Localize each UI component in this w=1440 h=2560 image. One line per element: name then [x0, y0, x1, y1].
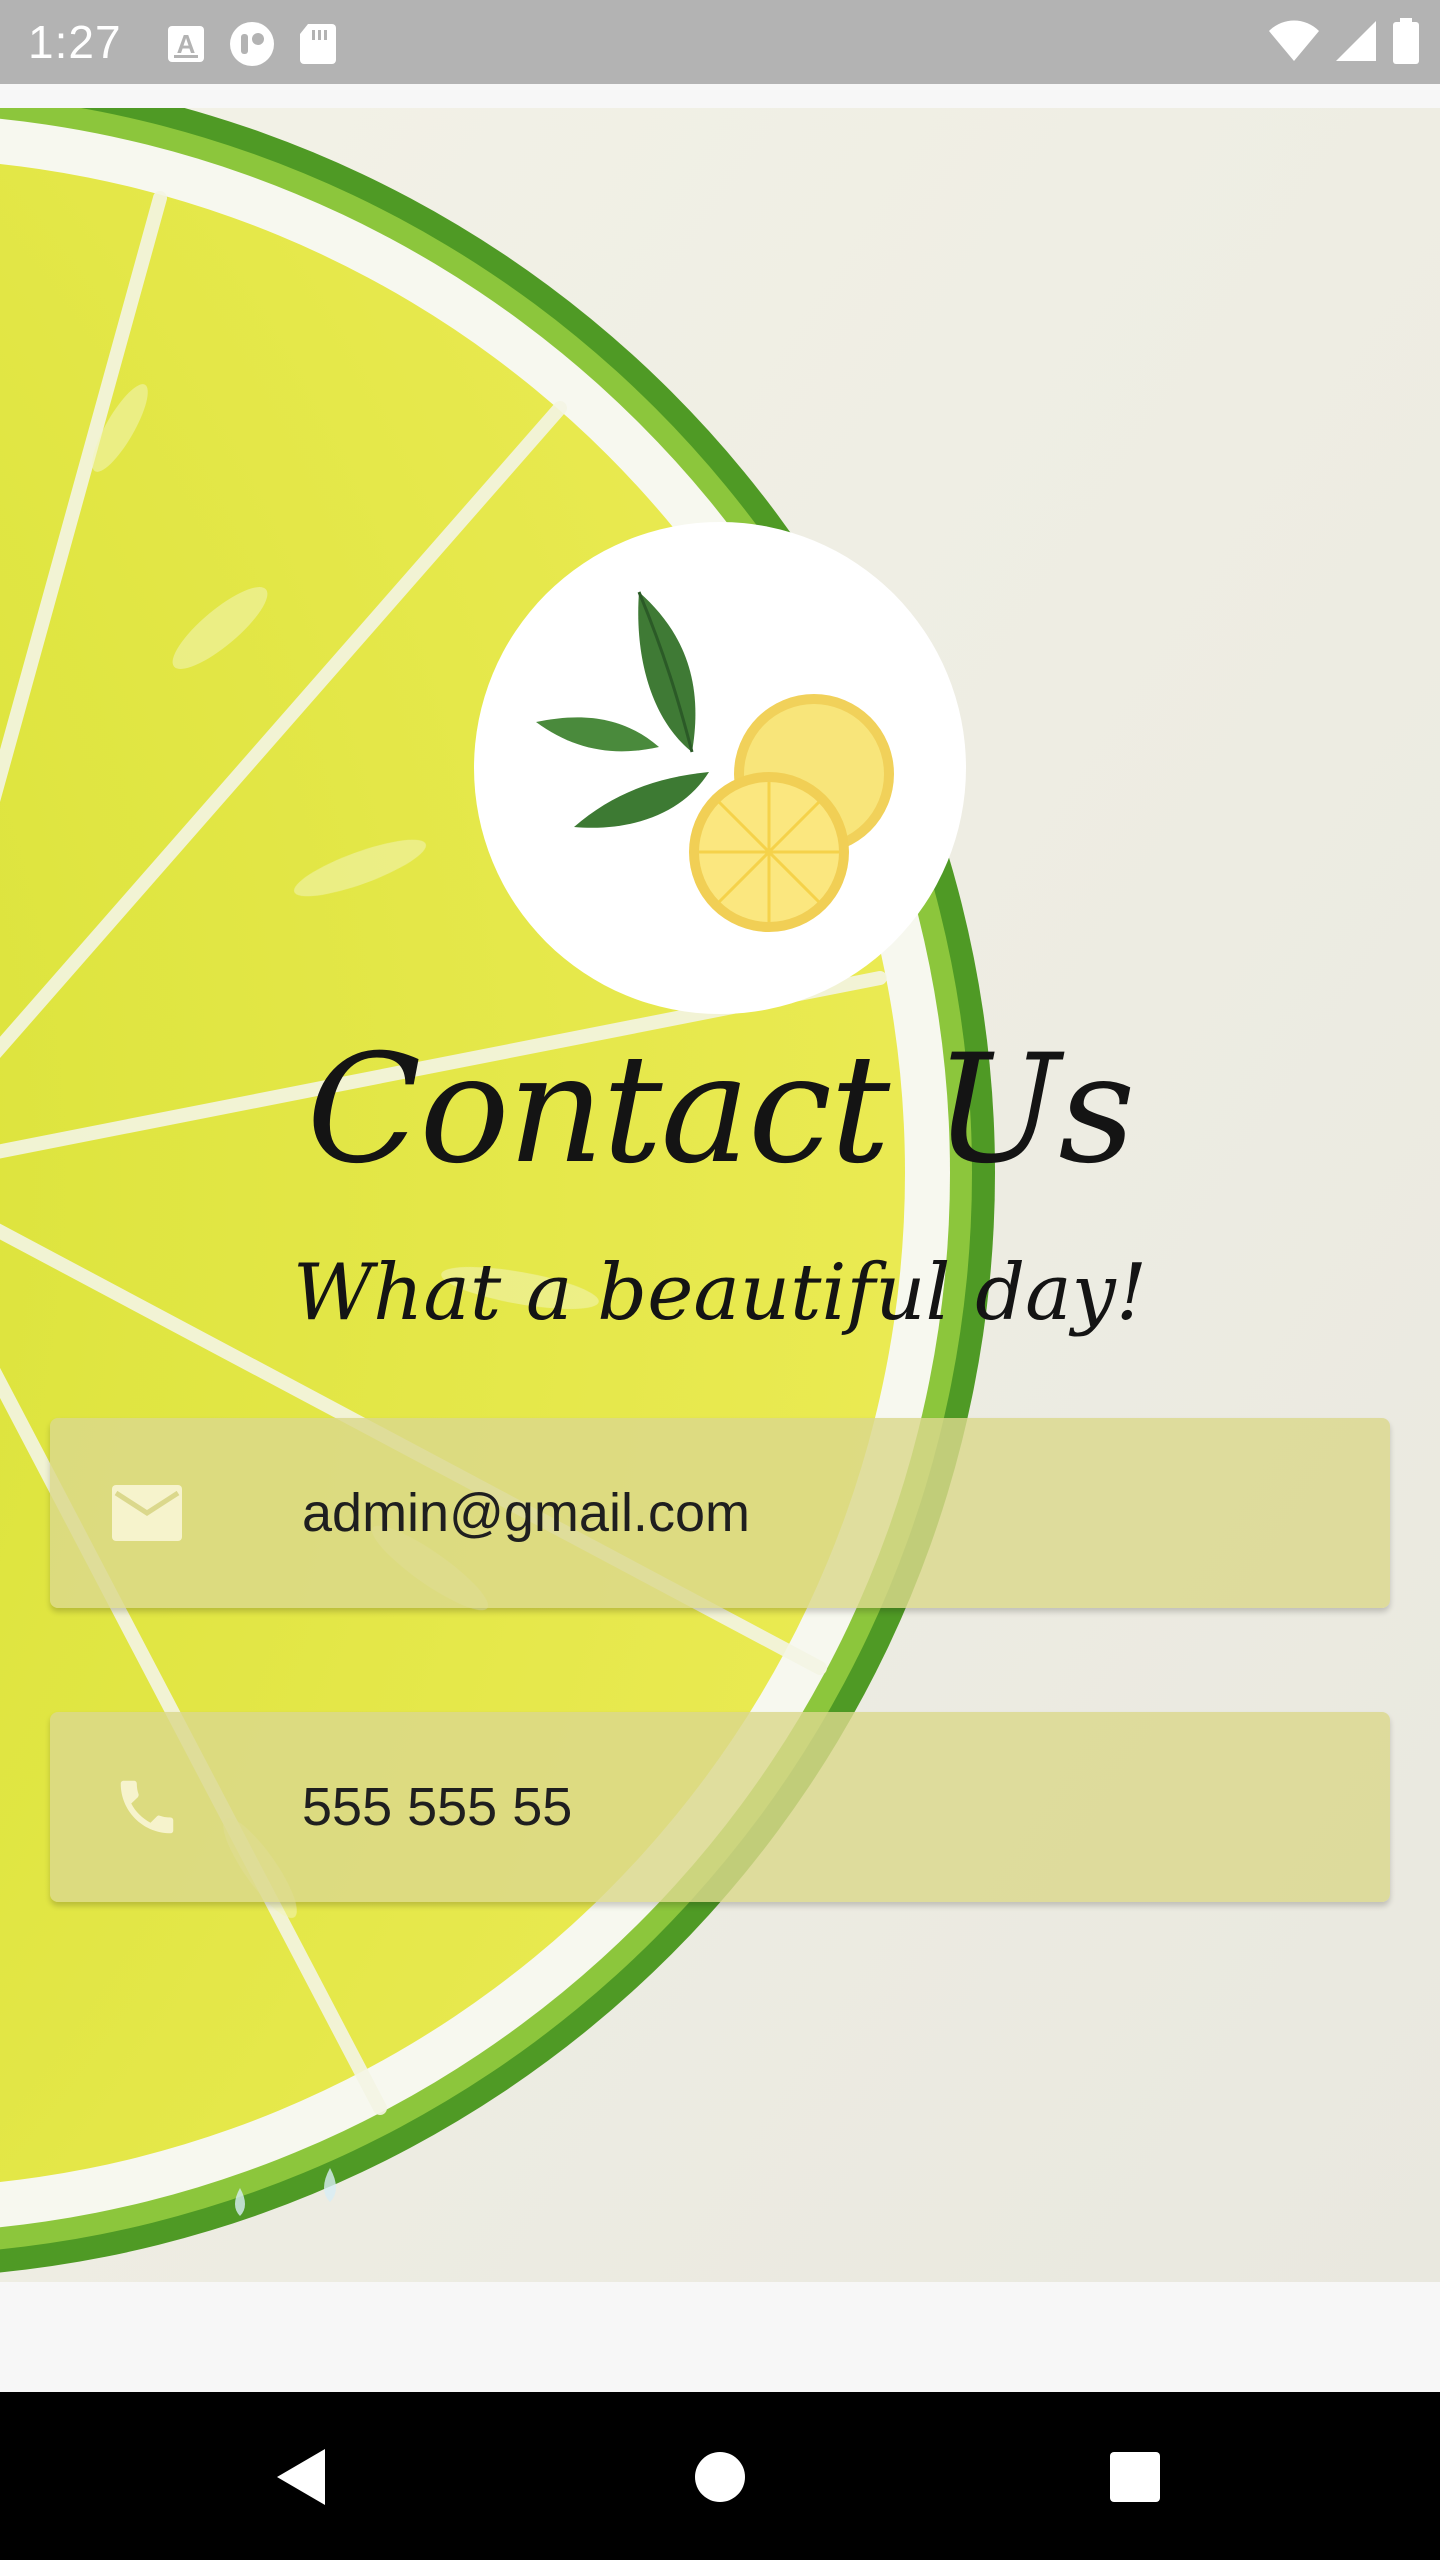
home-button[interactable] — [675, 2432, 765, 2522]
phone-value: 555 555 55 — [302, 1777, 573, 1837]
home-icon — [695, 2452, 745, 2502]
navigation-bar — [0, 2392, 1440, 2560]
lemon-slices-icon — [536, 591, 894, 932]
wifi-icon — [1268, 19, 1320, 68]
a-font-icon: A — [166, 24, 206, 69]
top-spacer — [0, 84, 1440, 108]
status-bar: 1:27 A — [0, 0, 1440, 84]
mail-icon — [110, 1476, 184, 1550]
phone-icon — [110, 1770, 184, 1844]
recents-button[interactable] — [1090, 2432, 1180, 2522]
page-title: Contact Us — [306, 1023, 1136, 1197]
status-right-icons — [1268, 18, 1420, 69]
email-value: admin@gmail.com — [302, 1483, 750, 1543]
back-icon — [277, 2449, 325, 2505]
sd-card-icon — [298, 22, 338, 71]
back-button[interactable] — [256, 2432, 346, 2522]
recents-icon — [1110, 2452, 1160, 2502]
lemon-logo — [474, 522, 966, 1014]
svg-text:A: A — [177, 29, 196, 59]
status-time: 1:27 — [28, 16, 122, 68]
email-field[interactable]: admin@gmail.com — [50, 1418, 1390, 1608]
bottom-spacer — [0, 2282, 1440, 2392]
status-left-icons: A — [166, 20, 338, 73]
phone-field[interactable]: 555 555 55 — [50, 1712, 1390, 1902]
signal-icon — [1334, 19, 1378, 68]
battery-icon — [1392, 18, 1420, 69]
account-circle-icon — [228, 20, 276, 73]
page-subtitle: What a beautiful day! — [292, 1248, 1148, 1338]
